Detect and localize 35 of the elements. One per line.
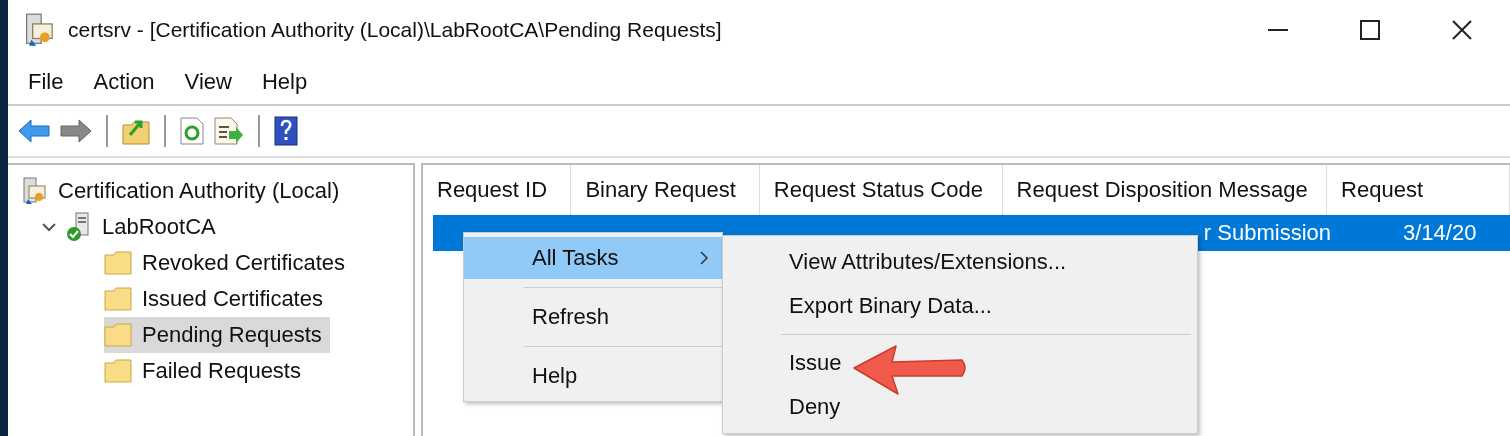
export-list-icon[interactable]: [214, 117, 244, 145]
menu-item[interactable]: File: [28, 69, 64, 95]
certificate-authority-icon: [22, 177, 48, 205]
folder-icon: [104, 323, 132, 347]
tree-item[interactable]: LabRootCA: [40, 209, 224, 245]
table-cell: r Submission: [1203, 220, 1331, 246]
submenu-item[interactable]: View Attributes/Extensions...: [723, 240, 1197, 284]
back-arrow-icon[interactable]: [18, 119, 50, 143]
tree-item[interactable]: Pending Requests: [104, 317, 330, 353]
table-cell: 3/14/20: [1403, 220, 1477, 246]
submenu-item[interactable]: Deny: [723, 385, 1197, 429]
menu-item[interactable]: View: [184, 69, 232, 95]
close-icon[interactable]: [1452, 20, 1472, 40]
context-menu-item[interactable]: Refresh: [464, 296, 722, 338]
submenu-item[interactable]: Export Binary Data...: [723, 284, 1197, 328]
forward-arrow-icon[interactable]: [60, 119, 92, 143]
tree-item[interactable]: Issued Certificates: [104, 281, 331, 317]
help-icon[interactable]: [274, 116, 298, 146]
tree-item[interactable]: Failed Requests: [104, 353, 309, 389]
refresh-icon[interactable]: [180, 117, 204, 145]
maximize-icon[interactable]: [1360, 20, 1380, 40]
context-menu-item[interactable]: All Tasks: [464, 237, 722, 279]
context-menu-item[interactable]: Help: [464, 355, 722, 397]
window-title: certsrv - [Certification Authority (Local)\LabRootCA\Pending Requests]: [68, 18, 722, 42]
tree-item[interactable]: Revoked Certificates: [104, 245, 353, 281]
server-check-icon: [66, 212, 92, 242]
folder-icon: [104, 287, 132, 311]
menu-item[interactable]: Action: [93, 69, 155, 95]
tree-item[interactable]: Certification Authority (Local): [22, 173, 348, 209]
certificate-authority-icon: [24, 13, 56, 47]
menu-item[interactable]: Help: [261, 69, 308, 95]
folder-icon: [104, 251, 132, 275]
chevron-icon[interactable]: [42, 222, 56, 232]
folder-icon: [104, 359, 132, 383]
submenu-item[interactable]: Issue: [723, 341, 1197, 385]
